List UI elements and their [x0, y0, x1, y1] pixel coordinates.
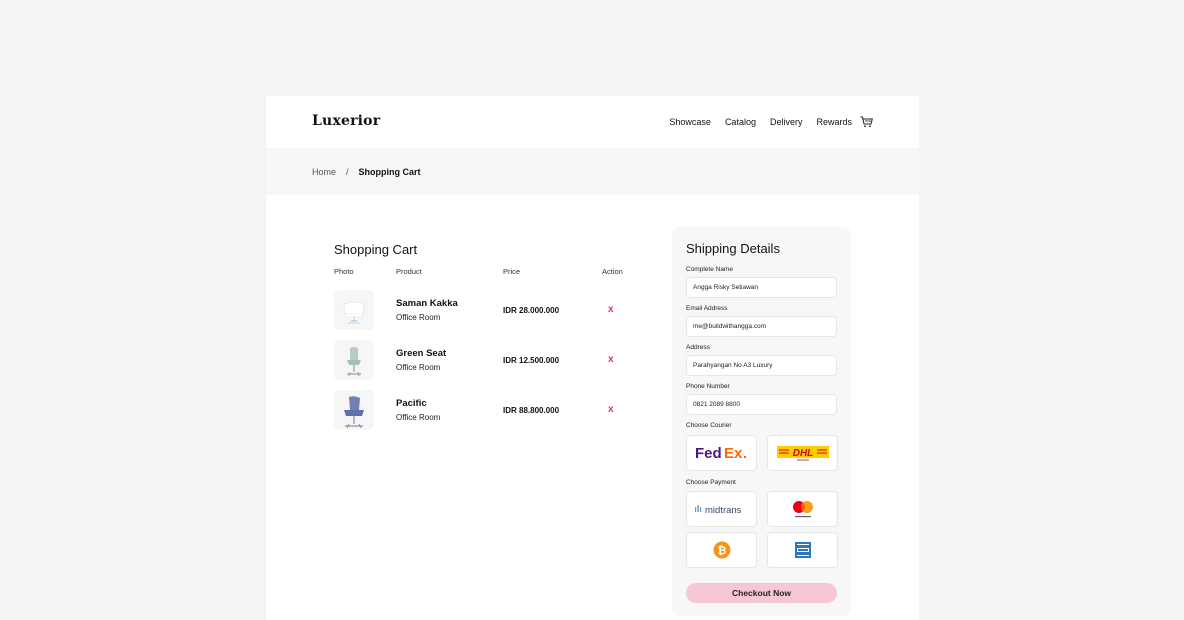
product-name[interactable]: Saman Kakka	[396, 298, 458, 309]
payment-amex-option[interactable]	[767, 532, 838, 568]
breadcrumb-bar: Home / Shopping Cart	[266, 148, 919, 195]
payment-midtrans-option[interactable]: midtrans	[686, 491, 757, 527]
main-nav: Showcase Catalog Delivery Rewards	[669, 116, 873, 128]
product-name[interactable]: Green Seat	[396, 348, 446, 359]
mastercard-logo	[792, 501, 813, 518]
amex-logo	[794, 542, 811, 558]
payment-mastercard-option[interactable]	[767, 491, 838, 527]
page-container: Luxerior Showcase Catalog Delivery Rewar…	[266, 96, 919, 620]
remove-item-button[interactable]: x	[608, 304, 614, 315]
product-price: IDR 88.800.000	[503, 406, 560, 415]
column-price: Price	[503, 267, 521, 276]
nav-delivery[interactable]: Delivery	[770, 117, 803, 127]
courier-fedex-option[interactable]: Fed Ex	[686, 435, 757, 471]
breadcrumb: Home / Shopping Cart	[312, 167, 421, 177]
shipping-title: Shipping Details	[686, 241, 780, 256]
midtrans-logo: midtrans	[694, 505, 742, 516]
logo-text-start: Lu	[312, 113, 333, 129]
checkout-button[interactable]: Checkout Now	[686, 583, 837, 603]
product-photo-green-seat	[334, 340, 374, 380]
product-price: IDR 28.000.000	[503, 306, 560, 315]
remove-item-button[interactable]: x	[608, 354, 614, 365]
cart-row: Pacific Office Room IDR 88.800.000 x	[334, 390, 644, 432]
product-room: Office Room	[396, 363, 441, 372]
courier-label: Choose Courier	[686, 422, 732, 429]
logo-x-mark: x	[330, 113, 342, 129]
svg-text:DHL: DHL	[792, 448, 813, 459]
fedex-logo: Fed Ex	[695, 445, 746, 462]
phone-field[interactable]: 0821 2089 8800	[686, 394, 837, 415]
payment-bitcoin-option[interactable]: ₿	[686, 532, 757, 568]
breadcrumb-home[interactable]: Home	[312, 167, 336, 177]
brand-logo[interactable]: Luxerior	[312, 113, 380, 129]
phone-label: Phone Number	[686, 383, 730, 390]
product-room: Office Room	[396, 413, 441, 422]
logo-text-end: erior	[340, 113, 381, 129]
column-action: Action	[602, 267, 623, 276]
product-photo-pacific	[334, 390, 374, 430]
nav-showcase[interactable]: Showcase	[669, 117, 711, 127]
svg-text:Ex: Ex	[724, 445, 743, 462]
payment-label: Choose Payment	[686, 479, 736, 486]
breadcrumb-separator: /	[346, 167, 349, 177]
name-field[interactable]: Angga Risky Setiawan	[686, 277, 837, 298]
address-label: Address	[686, 344, 710, 351]
column-product: Product	[396, 267, 422, 276]
product-room: Office Room	[396, 313, 441, 322]
shipping-panel: Shipping Details Complete Name Angga Ris…	[672, 227, 851, 616]
email-label: Email Address	[686, 305, 728, 312]
dhl-logo: DHL	[776, 446, 829, 461]
product-price: IDR 12.500.000	[503, 356, 560, 365]
cart-title: Shopping Cart	[334, 242, 418, 257]
courier-dhl-option[interactable]: DHL	[767, 435, 838, 471]
header: Luxerior Showcase Catalog Delivery Rewar…	[266, 96, 919, 148]
remove-item-button[interactable]: x	[608, 404, 614, 415]
address-field[interactable]: Parahyangan No A3 Luxury	[686, 355, 837, 376]
svg-text:Fed: Fed	[695, 445, 722, 462]
cart-row: Green Seat Office Room IDR 12.500.000 x	[334, 340, 644, 382]
product-name[interactable]: Pacific	[396, 398, 427, 409]
cart-icon[interactable]	[860, 116, 873, 128]
breadcrumb-current: Shopping Cart	[358, 167, 421, 177]
product-photo-saman-kakka	[334, 290, 374, 330]
logo-text-x: x	[332, 113, 341, 129]
cart-row: Saman Kakka Office Room IDR 28.000.000 x	[334, 290, 644, 332]
bitcoin-icon: ₿	[713, 541, 730, 559]
column-photo: Photo	[334, 267, 354, 276]
nav-catalog[interactable]: Catalog	[725, 117, 756, 127]
nav-rewards[interactable]: Rewards	[816, 117, 852, 127]
svg-text:midtrans: midtrans	[705, 505, 742, 516]
name-label: Complete Name	[686, 266, 733, 273]
email-field[interactable]: me@buildwithangga.com	[686, 316, 837, 337]
svg-text:₿: ₿	[717, 545, 726, 557]
